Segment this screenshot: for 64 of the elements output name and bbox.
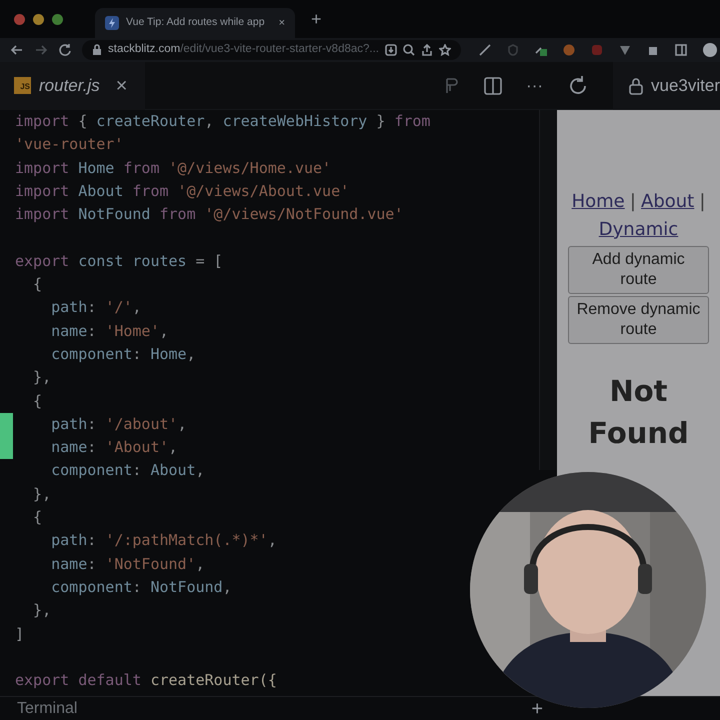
- code-line: import { createRouter, createWebHistory } from: [15, 111, 430, 132]
- code-line: import NotFound from '@/views/NotFound.vue': [15, 204, 404, 226]
- avatar-icon[interactable]: [703, 43, 717, 57]
- code-line: path: '/:pathMatch(.*)*',: [50, 530, 277, 552]
- nav-link[interactable]: Home: [572, 191, 625, 212]
- preview-url: vue3viter: [651, 74, 720, 97]
- code-line: },: [32, 484, 52, 505]
- code-line: ]: [15, 624, 24, 645]
- code-line: 'vue-router': [15, 134, 124, 156]
- window-control-icon[interactable]: [52, 14, 63, 24]
- code-line: component: NotFound,: [50, 576, 232, 598]
- action-button[interactable]: Add dynamic route: [568, 246, 709, 294]
- window-control-icon[interactable]: [14, 14, 25, 24]
- nav-link[interactable]: Dynamic: [598, 219, 678, 240]
- js-file-icon: JS: [14, 77, 31, 94]
- format-icon[interactable]: [444, 76, 460, 94]
- url-path: /edit/vue3-vite-router-starter-v8d8ac?...: [180, 43, 379, 56]
- nav-link[interactable]: About: [641, 191, 694, 212]
- change-marker: [0, 436, 13, 460]
- code-line: import Home from '@/views/Home.vue': [15, 158, 332, 179]
- zoom-icon[interactable]: [403, 44, 415, 56]
- address-bar[interactable]: stackblitz.com/edit/vue3-vite-router-starter-v8d8ac?...: [82, 40, 461, 60]
- separator: |: [699, 191, 706, 212]
- code-line: name: 'Home',: [50, 320, 169, 342]
- code-line: component: Home,: [50, 344, 196, 365]
- more-button[interactable]: ···: [526, 77, 544, 94]
- action-button[interactable]: Remove dynamic route: [568, 296, 709, 344]
- browser-tab[interactable]: Vue Tip: Add routes while app ×: [95, 8, 295, 38]
- page-heading: Not Found: [587, 373, 690, 452]
- file-tab[interactable]: JS router.js ×: [0, 62, 145, 110]
- code-line: component: About,: [50, 460, 205, 482]
- share-icon[interactable]: [421, 44, 433, 56]
- sidebar-icon[interactable]: [675, 44, 687, 56]
- code-line: path: '/',: [50, 297, 142, 318]
- change-marker: [0, 412, 13, 436]
- code-line: {: [32, 507, 42, 528]
- code-line: },: [32, 367, 52, 388]
- window-control-icon[interactable]: [33, 14, 44, 24]
- lock-icon: [629, 76, 644, 94]
- code-line: export const routes = [: [15, 250, 223, 272]
- add-terminal-button[interactable]: +: [531, 698, 543, 718]
- code-line: {: [32, 274, 42, 296]
- code-line: import About from '@/views/About.vue': [15, 180, 350, 202]
- reload-icon[interactable]: [58, 43, 72, 57]
- star-icon[interactable]: [439, 44, 451, 56]
- lock-icon: [92, 44, 102, 56]
- split-view-icon[interactable]: [484, 76, 502, 94]
- back-icon[interactable]: [10, 43, 24, 57]
- bolt-icon: [105, 16, 119, 30]
- code-line: name: 'NotFound',: [50, 554, 205, 575]
- scrollbar[interactable]: [539, 110, 557, 470]
- separator: |: [630, 191, 636, 212]
- new-tab-button[interactable]: +: [311, 10, 322, 28]
- code-line: export default createRouter({: [15, 670, 277, 692]
- code-line: path: '/about',: [50, 414, 187, 435]
- code-line: name: 'About',: [50, 437, 178, 458]
- install-icon[interactable]: [385, 44, 397, 56]
- tab-title: Vue Tip: Add routes while app: [126, 15, 266, 30]
- terminal-tab[interactable]: Terminal: [17, 696, 78, 720]
- code-line: {: [32, 390, 42, 412]
- preview-url-bar[interactable]: vue3viter: [613, 62, 720, 110]
- url-host: stackblitz.com: [108, 43, 180, 56]
- file-name: router.js: [39, 74, 100, 97]
- code-line: },: [32, 600, 52, 622]
